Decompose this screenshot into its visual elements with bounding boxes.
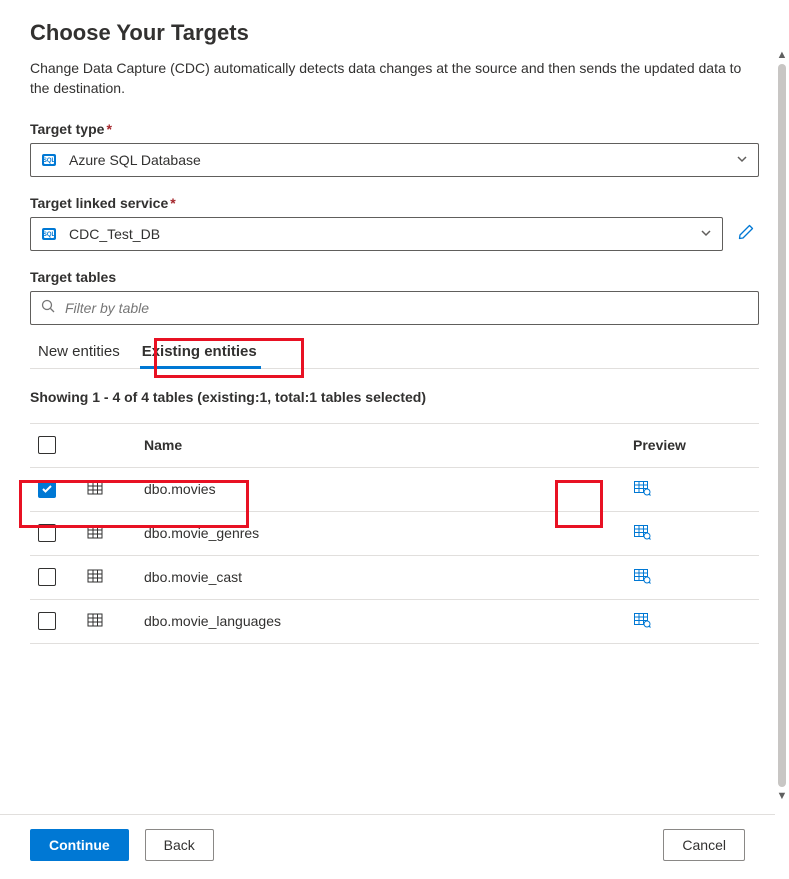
table-icon — [86, 572, 104, 588]
chevron-down-icon — [736, 152, 748, 168]
table-icon — [86, 528, 104, 544]
row-name: dbo.movie_genres — [142, 525, 629, 541]
cancel-button[interactable]: Cancel — [663, 829, 745, 861]
svg-text:SQL: SQL — [43, 232, 56, 238]
tab-existing-entities[interactable]: Existing entities — [134, 333, 271, 368]
scrollbar[interactable]: ▲ ▼ — [775, 48, 789, 803]
table-icon — [86, 484, 104, 500]
preview-icon[interactable] — [633, 572, 651, 588]
linked-service-value: CDC_Test_DB — [69, 226, 700, 242]
row-checkbox[interactable] — [38, 524, 56, 542]
preview-icon[interactable] — [633, 484, 651, 500]
scroll-thumb[interactable] — [778, 64, 786, 787]
row-name: dbo.movie_cast — [142, 569, 629, 585]
table-icon — [86, 616, 104, 632]
table-summary: Showing 1 - 4 of 4 tables (existing:1, t… — [30, 389, 759, 405]
preview-icon[interactable] — [633, 528, 651, 544]
row-name: dbo.movies — [142, 481, 629, 497]
tables-list: Name Preview dbo.movies dbo.movie_genres… — [30, 423, 759, 644]
table-row: dbo.movie_genres — [30, 512, 759, 556]
svg-text:SQL: SQL — [43, 158, 56, 164]
sql-database-icon: SQL — [41, 226, 57, 242]
scroll-up-icon[interactable]: ▲ — [777, 48, 788, 62]
column-header-preview: Preview — [629, 437, 759, 453]
table-row: dbo.movie_languages — [30, 600, 759, 644]
page-title: Choose Your Targets — [30, 20, 759, 46]
page-description: Change Data Capture (CDC) automatically … — [30, 58, 759, 99]
row-checkbox[interactable] — [38, 568, 56, 586]
sql-database-icon: SQL — [41, 152, 57, 168]
target-type-label: Target type* — [30, 121, 759, 137]
linked-service-dropdown[interactable]: SQL CDC_Test_DB — [30, 217, 723, 251]
entity-tabs: New entities Existing entities — [30, 333, 759, 369]
scroll-down-icon[interactable]: ▼ — [777, 789, 788, 803]
row-checkbox[interactable] — [38, 480, 56, 498]
target-type-value: Azure SQL Database — [69, 152, 736, 168]
chevron-down-icon — [700, 226, 712, 242]
edit-linked-service-icon[interactable] — [733, 219, 759, 248]
continue-button[interactable]: Continue — [30, 829, 129, 861]
select-all-checkbox[interactable] — [38, 436, 56, 454]
filter-input-wrapper[interactable] — [30, 291, 759, 325]
column-header-name: Name — [142, 437, 629, 453]
target-tables-label: Target tables — [30, 269, 759, 285]
row-name: dbo.movie_languages — [142, 613, 629, 629]
search-icon — [41, 299, 55, 316]
back-button[interactable]: Back — [145, 829, 214, 861]
table-row: dbo.movie_cast — [30, 556, 759, 600]
tab-new-entities[interactable]: New entities — [30, 333, 134, 368]
linked-service-label: Target linked service* — [30, 195, 759, 211]
preview-icon[interactable] — [633, 616, 651, 632]
row-checkbox[interactable] — [38, 612, 56, 630]
target-type-dropdown[interactable]: SQL Azure SQL Database — [30, 143, 759, 177]
filter-input[interactable] — [63, 299, 748, 317]
table-row: dbo.movies — [30, 468, 759, 512]
